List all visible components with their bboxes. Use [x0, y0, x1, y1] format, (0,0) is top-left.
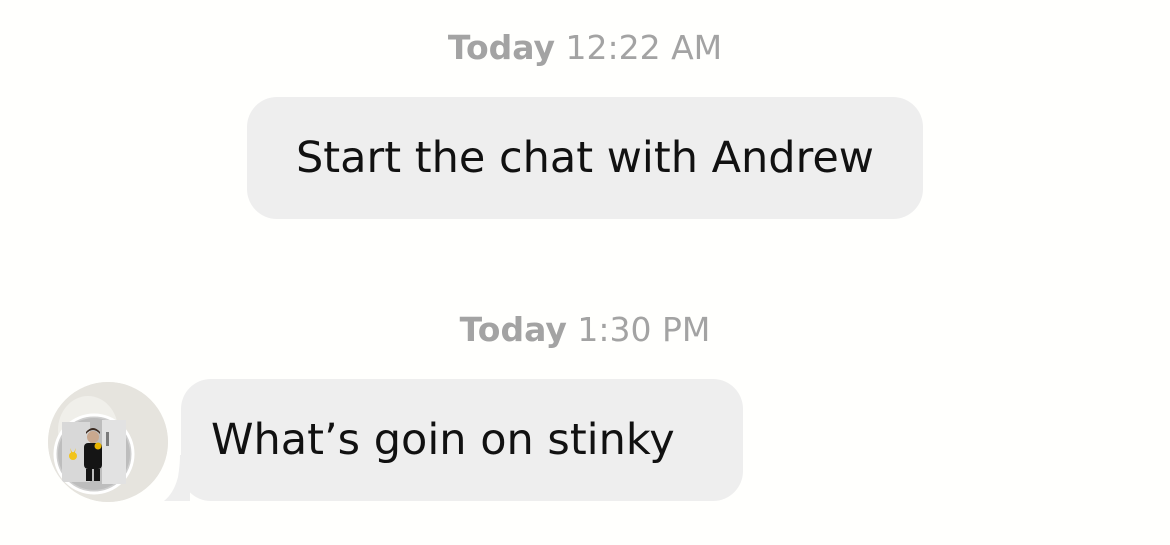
incoming-message-bubble[interactable]: What’s goin on stinky — [181, 379, 743, 501]
chat-thread: Today 12:22 AM Start the chat with Andre… — [0, 0, 1170, 545]
chat-start-prompt-bubble[interactable]: Start the chat with Andrew — [247, 97, 923, 219]
timestamp-divider: Today 1:30 PM — [0, 310, 1170, 349]
timestamp-divider: Today 12:22 AM — [0, 28, 1170, 67]
avatar[interactable] — [48, 382, 168, 502]
timestamp-time: 12:22 AM — [565, 28, 723, 67]
timestamp-time: 1:30 PM — [577, 310, 711, 349]
message-text: Start the chat with Andrew — [296, 133, 874, 183]
message-text: What’s goin on stinky — [211, 415, 675, 465]
timestamp-day: Today — [459, 310, 567, 349]
timestamp-day: Today — [447, 28, 556, 67]
user-avatar-photo-icon — [48, 382, 168, 502]
